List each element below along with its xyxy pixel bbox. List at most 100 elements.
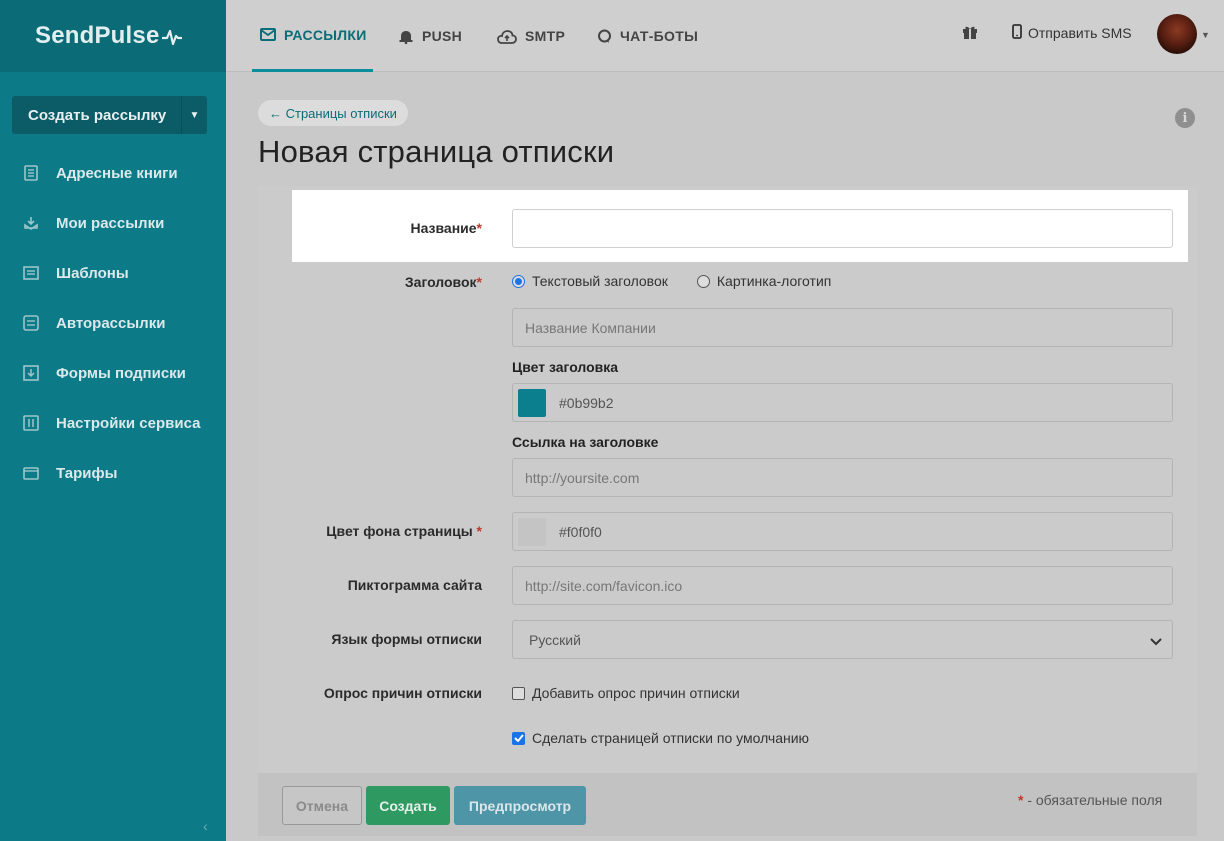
required-mark: * <box>476 523 482 539</box>
sidebar-item-label: Тарифы <box>56 464 118 482</box>
sidebar-item-tariffs[interactable]: Тарифы <box>0 448 226 498</box>
radio-logo-header-label[interactable]: Картинка-логотип <box>717 273 831 289</box>
create-button[interactable]: Создать <box>366 786 450 825</box>
send-sms-link[interactable]: Отправить SMS <box>1012 0 1132 66</box>
company-name-input[interactable]: Название Компании <box>512 308 1173 347</box>
tab-push[interactable]: PUSH <box>398 0 462 72</box>
caret-down-icon[interactable]: ▼ <box>181 96 207 134</box>
preview-button[interactable]: Предпросмотр <box>454 786 586 825</box>
default-checkbox-label[interactable]: Сделать страницей отписки по умолчанию <box>532 730 809 746</box>
chat-icon <box>597 29 612 44</box>
sidebar-item-my-campaigns[interactable]: Мои рассылки <box>0 198 226 248</box>
sidebar-item-label: Авторассылки <box>56 314 166 332</box>
sidebar-item-subscription-forms[interactable]: Формы подписки <box>0 348 226 398</box>
required-fields-note: * - обязательные поля <box>1018 792 1162 808</box>
language-value: Русский <box>529 631 581 648</box>
tab-campaigns[interactable]: РАССЫЛКИ <box>252 0 373 72</box>
name-label: Название* <box>410 220 482 236</box>
logo[interactable]: SendPulse <box>35 22 182 50</box>
address-book-icon <box>22 164 40 182</box>
required-note-text: - обязательные поля <box>1023 792 1163 808</box>
tab-label: PUSH <box>422 28 463 44</box>
header-link-input[interactable]: http://yoursite.com <box>512 458 1173 497</box>
sidebar-item-label: Шаблоны <box>56 264 129 282</box>
tab-chatbots[interactable]: ЧАТ-БОТЫ <box>597 0 698 72</box>
name-input[interactable] <box>512 209 1173 248</box>
survey-checkbox[interactable] <box>512 686 525 700</box>
radio-text-header[interactable] <box>512 274 525 288</box>
favicon-placeholder: http://site.com/favicon.ico <box>525 577 683 594</box>
bg-color-value: #f0f0f0 <box>559 523 602 540</box>
company-name-placeholder: Название Компании <box>525 319 656 336</box>
required-mark: * <box>476 220 482 236</box>
send-sms-label: Отправить SMS <box>1028 25 1132 41</box>
default-checkbox-row[interactable]: Сделать страницей отписки по умолчанию <box>512 730 809 746</box>
tab-label: РАССЫЛКИ <box>284 26 367 43</box>
header-color-label: Цвет заголовка <box>512 359 619 375</box>
language-label: Язык формы отписки <box>331 631 482 647</box>
survey-label: Опрос причин отписки <box>323 685 482 701</box>
cloud-upload-icon <box>497 29 517 44</box>
collapse-sidebar-icon[interactable]: ‹ <box>203 818 208 834</box>
create-campaign-label: Создать рассылку <box>28 106 167 124</box>
favicon-label: Пиктограмма сайта <box>347 577 482 593</box>
subscription-form-icon <box>22 364 40 382</box>
header-color-value: #0b99b2 <box>559 394 614 411</box>
name-label-text: Название <box>410 220 477 236</box>
radio-text-header-label[interactable]: Текстовый заголовок <box>532 273 668 289</box>
tab-label: SMTP <box>525 28 566 44</box>
caret-down-icon[interactable]: ▼ <box>1201 30 1210 40</box>
bg-color-input[interactable]: #f0f0f0 <box>512 512 1173 551</box>
header-color-swatch[interactable] <box>518 388 546 417</box>
envelope-icon <box>260 28 276 41</box>
sidebar-item-settings[interactable]: Настройки сервиса <box>0 398 226 448</box>
sidebar-item-templates[interactable]: Шаблоны <box>0 248 226 298</box>
header-label: Заголовок* <box>405 274 482 290</box>
tab-label: ЧАТ-БОТЫ <box>620 28 699 44</box>
create-campaign-button[interactable]: Создать рассылку ▼ <box>12 96 207 134</box>
radio-logo-header[interactable] <box>696 274 710 288</box>
sidebar: SendPulse Создать рассылку ▼ Адресные кн… <box>0 0 226 841</box>
required-mark: * <box>476 274 482 290</box>
avatar[interactable] <box>1157 14 1197 54</box>
gift-icon[interactable] <box>962 24 978 45</box>
language-select[interactable]: Русский <box>512 620 1173 659</box>
header-type-radios: Текстовый заголовок Картинка-логотип <box>512 273 831 289</box>
bg-color-label: Цвет фона страницы * <box>326 523 482 539</box>
sidebar-item-automation[interactable]: Авторассылки <box>0 298 226 348</box>
sidebar-item-label: Мои рассылки <box>56 214 165 232</box>
breadcrumb[interactable]: ← Страницы отписки <box>258 100 408 126</box>
cancel-button[interactable]: Отмена <box>282 786 362 825</box>
logo-text: SendPulse <box>35 22 160 49</box>
pulse-icon <box>161 29 182 46</box>
sidebar-item-address-books[interactable]: Адресные книги <box>0 148 226 198</box>
favicon-input[interactable]: http://site.com/favicon.ico <box>512 566 1173 605</box>
campaigns-icon <box>22 214 40 232</box>
info-icon[interactable]: i <box>1175 108 1195 128</box>
header-label-text: Заголовок <box>404 274 477 290</box>
sidebar-nav: Адресные книги Мои рассылки Шаблоны Авто… <box>0 148 226 498</box>
wallet-icon <box>22 464 40 482</box>
survey-checkbox-row[interactable]: Добавить опрос причин отписки <box>512 685 740 701</box>
bell-icon <box>398 28 414 44</box>
default-checkbox[interactable] <box>512 731 525 745</box>
sidebar-item-label: Настройки сервиса <box>56 414 201 432</box>
automation-icon <box>22 314 40 332</box>
survey-checkbox-label[interactable]: Добавить опрос причин отписки <box>532 685 740 701</box>
header-link-placeholder: http://yoursite.com <box>525 469 640 486</box>
checkmark-icon <box>513 734 524 742</box>
header-color-input[interactable]: #0b99b2 <box>512 383 1173 422</box>
templates-icon <box>22 264 40 282</box>
bg-color-swatch[interactable] <box>518 517 546 546</box>
bg-color-label-text: Цвет фона страницы <box>326 523 473 539</box>
logo-bar: SendPulse <box>0 0 226 72</box>
header-link-label: Ссылка на заголовке <box>512 434 659 450</box>
page-title: Новая страница отписки <box>258 134 615 169</box>
settings-icon <box>22 414 40 432</box>
chevron-down-icon <box>1150 633 1162 649</box>
sidebar-item-label: Формы подписки <box>56 364 186 382</box>
tab-smtp[interactable]: SMTP <box>497 0 565 72</box>
sidebar-item-label: Адресные книги <box>56 164 178 182</box>
top-navbar: РАССЫЛКИ PUSH SMTP ЧАТ-БОТЫ Отправить SM… <box>226 0 1224 72</box>
phone-icon <box>1012 24 1022 42</box>
